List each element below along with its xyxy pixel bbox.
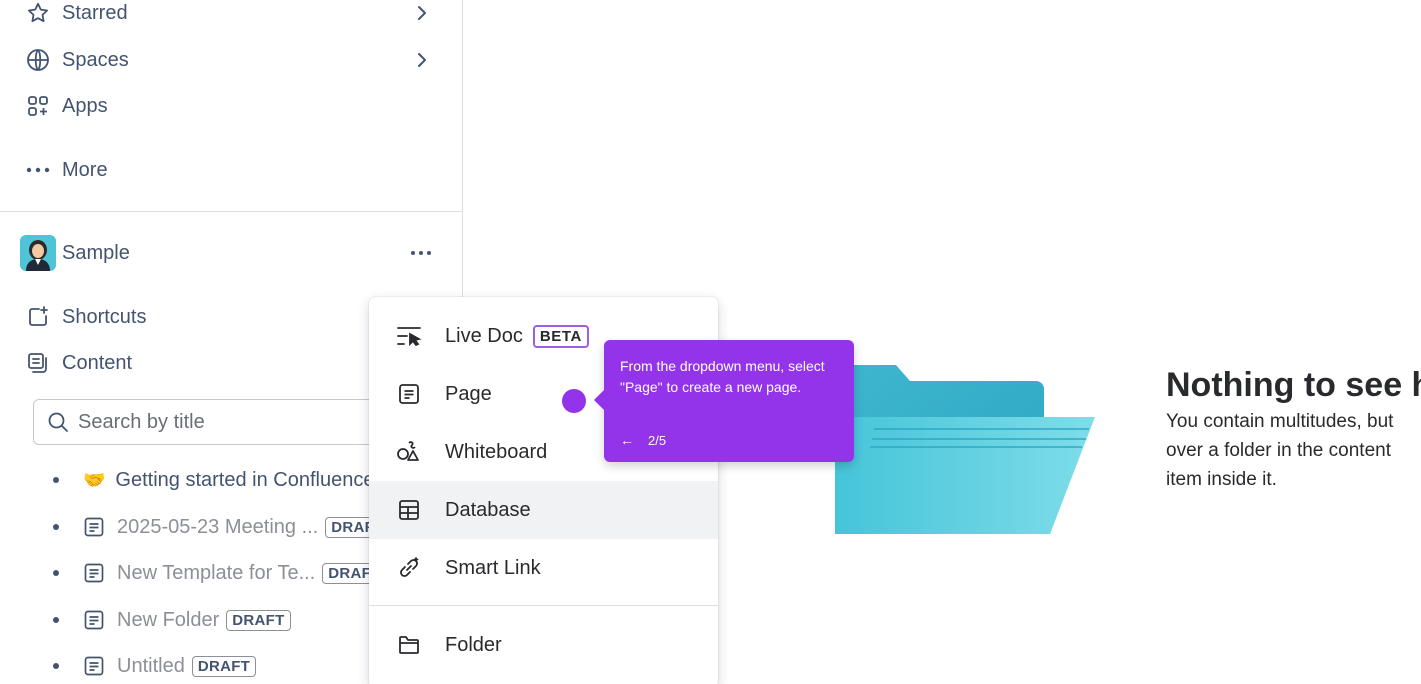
space-more-button[interactable] (408, 240, 434, 266)
page-icon (83, 562, 105, 584)
handshake-emoji-icon: 🤝 (83, 469, 106, 490)
search-input[interactable] (78, 410, 378, 434)
search-icon (46, 410, 70, 434)
sidebar-item-label: More (62, 158, 108, 181)
page-icon (83, 609, 105, 631)
live-doc-icon (395, 322, 423, 350)
empty-state-line: over a folder in the content (1166, 440, 1391, 461)
bullet (53, 617, 59, 623)
sidebar-item-apps[interactable]: Apps (24, 90, 108, 122)
more-dots-icon (24, 156, 52, 184)
content-tree: 🤝 Getting started in Confluence 2025-05-… (0, 460, 372, 684)
content-icon (24, 349, 52, 377)
bullet (53, 570, 59, 576)
globe-icon (24, 46, 52, 74)
tooltip-text: From the dropdown menu, select "Page" to… (620, 358, 825, 395)
tree-item[interactable]: Untitled DRAFT (50, 651, 257, 681)
space-header[interactable]: Sample (20, 235, 130, 271)
chevron-right-icon[interactable] (412, 44, 432, 76)
menu-item-folder[interactable]: Folder (369, 616, 718, 674)
sidebar-item-label: Spaces (62, 48, 129, 71)
sidebar-item-starred[interactable]: Starred (24, 0, 128, 29)
draft-badge: DRAFT (325, 516, 372, 538)
empty-state-title: Nothing to see here (1166, 366, 1421, 404)
menu-item-label: Database (445, 498, 531, 521)
smart-link-icon (395, 554, 423, 582)
draft-badge: DRAFT (322, 562, 372, 584)
whiteboard-icon (395, 438, 423, 466)
tooltip-nav: ← 2/5 (620, 432, 666, 448)
tree-item-title: New Template for Te... (117, 561, 316, 584)
space-avatar (20, 235, 56, 271)
empty-state-body: You contain multitudes, but over a folde… (1166, 407, 1421, 494)
bullet (53, 524, 59, 530)
sidebar-item-more[interactable]: More (24, 154, 108, 186)
menu-divider (369, 605, 718, 606)
guide-tooltip: From the dropdown menu, select "Page" to… (594, 340, 854, 462)
tree-item-title: Getting started in Confluence (115, 468, 372, 491)
menu-item-label: Live Doc (445, 324, 523, 347)
guide-hotspot[interactable] (562, 389, 586, 413)
menu-item-label: Whiteboard (445, 440, 548, 463)
sidebar-item-label: Apps (62, 94, 108, 117)
sidebar-item-label: Shortcuts (62, 305, 147, 328)
tree-item[interactable]: New Folder DRAFT (50, 605, 291, 635)
menu-item-label: Folder (445, 633, 502, 656)
folder-illustration (835, 365, 1095, 534)
tooltip-step: 2/5 (648, 432, 667, 448)
draft-badge: DRAFT (226, 609, 291, 631)
star-icon (24, 0, 52, 27)
tree-item-title: 2025-05-23 Meeting ... (117, 515, 319, 538)
sidebar-item-label: Starred (62, 1, 128, 24)
apps-icon (24, 92, 52, 120)
bullet (53, 663, 59, 669)
page-icon (395, 380, 423, 408)
page-icon (83, 655, 105, 677)
folder-icon (395, 631, 423, 659)
sidebar-item-content[interactable]: Content (24, 347, 132, 379)
bullet (53, 477, 59, 483)
chevron-right-icon[interactable] (412, 0, 432, 29)
empty-state-line: item inside it. (1166, 469, 1277, 490)
sidebar-item-label: Content (62, 351, 133, 374)
shortcuts-icon (24, 303, 52, 331)
back-arrow-icon[interactable]: ← (620, 432, 634, 448)
empty-state: Nothing to see here You contain multitud… (1150, 360, 1421, 500)
menu-item-smart-link[interactable]: Smart Link (369, 539, 718, 597)
sidebar-item-spaces[interactable]: Spaces (24, 44, 129, 76)
menu-item-label: Smart Link (445, 556, 541, 579)
sidebar-divider (0, 211, 463, 212)
sidebar-item-shortcuts[interactable]: Shortcuts (24, 301, 146, 333)
beta-badge: BETA (532, 324, 589, 348)
tree-item-title: Untitled (117, 654, 185, 677)
page-icon (83, 516, 105, 538)
menu-item-database[interactable]: Database (369, 481, 718, 539)
tree-item-title: New Folder (117, 608, 220, 631)
database-icon (395, 496, 423, 524)
draft-badge: DRAFT (191, 655, 257, 677)
tree-item[interactable]: 🤝 Getting started in Confluence (50, 465, 372, 495)
more-dots-icon (411, 251, 431, 255)
tree-item[interactable]: New Template for Te... DRAFT (50, 558, 372, 588)
tree-item[interactable]: 2025-05-23 Meeting ... DRAFT (50, 512, 372, 542)
menu-item-label: Page (445, 382, 492, 405)
empty-state-line: You contain multitudes, but (1166, 411, 1394, 432)
space-name: Sample (62, 241, 130, 264)
